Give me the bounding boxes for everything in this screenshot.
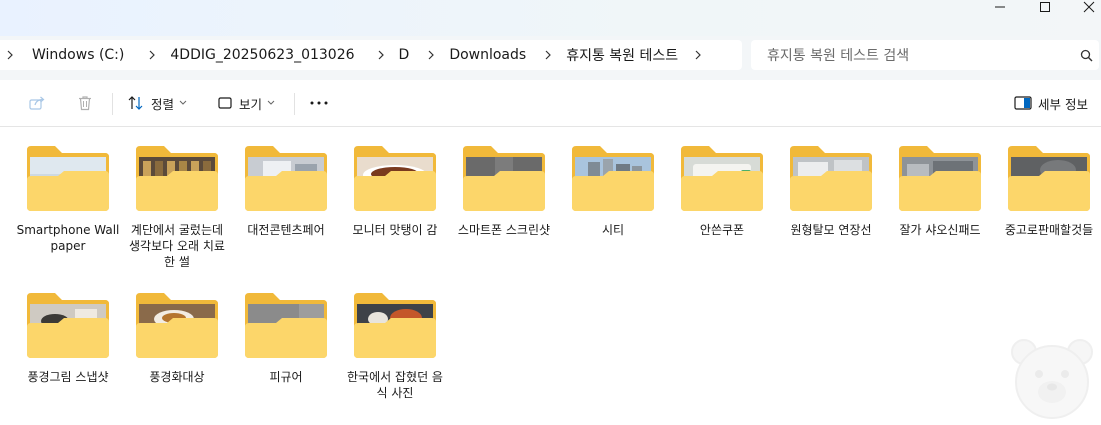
more-icon (310, 101, 328, 105)
details-pane-button[interactable]: 세부 정보 (1014, 80, 1088, 126)
address-bar[interactable]: Windows (C:) 4DDIG_20250623_013026 D Dow… (0, 40, 742, 70)
folder-item[interactable]: 풍경그림 스냅샷 (14, 285, 122, 425)
folder-item[interactable]: 시티 (559, 138, 667, 278)
more-options-button[interactable] (310, 80, 328, 126)
folder-icon (136, 293, 218, 358)
share-icon (29, 96, 45, 110)
folder-icon (572, 146, 654, 211)
folder-item[interactable]: 잘가 샤오신패드 (886, 138, 994, 278)
folder-label: 대전콘텐츠페어 (247, 223, 325, 237)
folder-item[interactable]: 중고로판매할것들 (995, 138, 1101, 278)
folder-item[interactable]: 안쓴쿠폰 (668, 138, 776, 278)
folder-label: 풍경화대상 (149, 370, 205, 384)
command-bar: 정렬 보기 세부 정보 (0, 80, 1101, 127)
folder-icon (136, 146, 218, 211)
breadcrumb-item[interactable]: Downloads (441, 47, 532, 63)
delete-button[interactable] (77, 80, 93, 126)
folder-icon (27, 293, 109, 358)
chevron-down-icon (179, 100, 187, 105)
folder-label: 풍경그림 스냅샷 (27, 370, 109, 384)
close-icon (1083, 1, 1095, 13)
chevron-down-icon (267, 100, 275, 105)
chevron-right-icon[interactable] (0, 50, 20, 60)
maximize-icon (1040, 2, 1050, 12)
folder-item[interactable]: 모니터 맛탱이 감 (341, 138, 449, 278)
folder-item[interactable]: 계단에서 굴렀는데 생각보다 오래 치료한 썰 (123, 138, 231, 278)
folder-label: 안쓴쿠폰 (699, 223, 745, 237)
folder-icon (463, 146, 545, 211)
maximize-button[interactable] (1022, 0, 1068, 14)
trash-icon (79, 96, 91, 111)
chevron-right-icon[interactable] (142, 50, 162, 60)
breadcrumb-item[interactable]: D (391, 47, 416, 63)
folder-item[interactable]: 원형탈모 연장선 (777, 138, 885, 278)
folder-icon (1008, 146, 1090, 211)
file-list: Smartphone Wallpaper 계단에서 굴렀는데 생각보다 오래 치… (0, 127, 1101, 424)
folder-icon (354, 146, 436, 211)
view-label: 보기 (239, 96, 263, 112)
minimize-icon (995, 6, 1005, 8)
folder-item[interactable]: 대전콘텐츠페어 (232, 138, 340, 278)
folder-label: 중고로판매할것들 (1004, 223, 1094, 237)
folder-label: Smartphone Wallpaper (16, 223, 120, 253)
breadcrumb-item-current[interactable]: 휴지통 복원 테스트 (558, 45, 684, 65)
folder-label: 시티 (601, 223, 625, 237)
folder-item[interactable]: Smartphone Wallpaper (14, 138, 122, 278)
title-bar (0, 0, 1101, 36)
chevron-right-icon[interactable] (688, 50, 708, 60)
sort-label: 정렬 (151, 96, 175, 112)
close-button[interactable] (1066, 0, 1101, 14)
folder-item[interactable]: 스마트폰 스크린샷 (450, 138, 558, 278)
folder-icon (27, 146, 109, 211)
folder-item[interactable]: 한국에서 잡혔던 음식 사진 (341, 285, 449, 425)
folder-item[interactable]: 피규어 (232, 285, 340, 425)
folder-icon (790, 146, 872, 211)
folder-label: 피규어 (269, 370, 303, 384)
folder-label: 원형탈모 연장선 (790, 223, 872, 237)
sort-icon (128, 96, 143, 110)
search-input[interactable]: 휴지통 복원 테스트 검색 (751, 45, 1073, 65)
toolbar-divider (294, 93, 295, 115)
search-icon[interactable] (1073, 49, 1099, 62)
chevron-right-icon[interactable] (421, 50, 441, 60)
toolbar-divider (112, 93, 113, 115)
chevron-right-icon[interactable] (538, 50, 558, 60)
minimize-button[interactable] (977, 0, 1023, 14)
sort-button[interactable]: 정렬 (127, 80, 187, 126)
address-row: Windows (C:) 4DDIG_20250623_013026 D Dow… (0, 36, 1101, 80)
folder-label: 잘가 샤오신패드 (899, 223, 981, 237)
breadcrumb-item[interactable]: Windows (C:) (20, 47, 130, 63)
folder-icon (245, 146, 327, 211)
details-label: 세부 정보 (1038, 96, 1088, 112)
folder-label: 모니터 맛탱이 감 (352, 223, 438, 237)
view-button[interactable]: 보기 (217, 80, 275, 126)
share-button[interactable] (28, 80, 46, 126)
folder-item[interactable]: 풍경화대상 (123, 285, 231, 425)
folder-label: 스마트폰 스크린샷 (457, 223, 551, 237)
search-box[interactable]: 휴지통 복원 테스트 검색 (751, 40, 1099, 70)
folder-icon (245, 293, 327, 358)
breadcrumb-item[interactable]: 4DDIG_20250623_013026 (162, 47, 360, 63)
bear-mascot-watermark (1011, 339, 1093, 419)
folder-label: 계단에서 굴렀는데 생각보다 오래 치료한 썰 (129, 223, 225, 269)
folder-icon (681, 146, 763, 211)
folder-icon (354, 293, 436, 358)
folder-icon (899, 146, 981, 211)
view-icon (218, 97, 232, 109)
folder-label: 한국에서 잡혔던 음식 사진 (347, 370, 443, 400)
details-pane-icon (1014, 96, 1032, 110)
chevron-right-icon[interactable] (371, 50, 391, 60)
